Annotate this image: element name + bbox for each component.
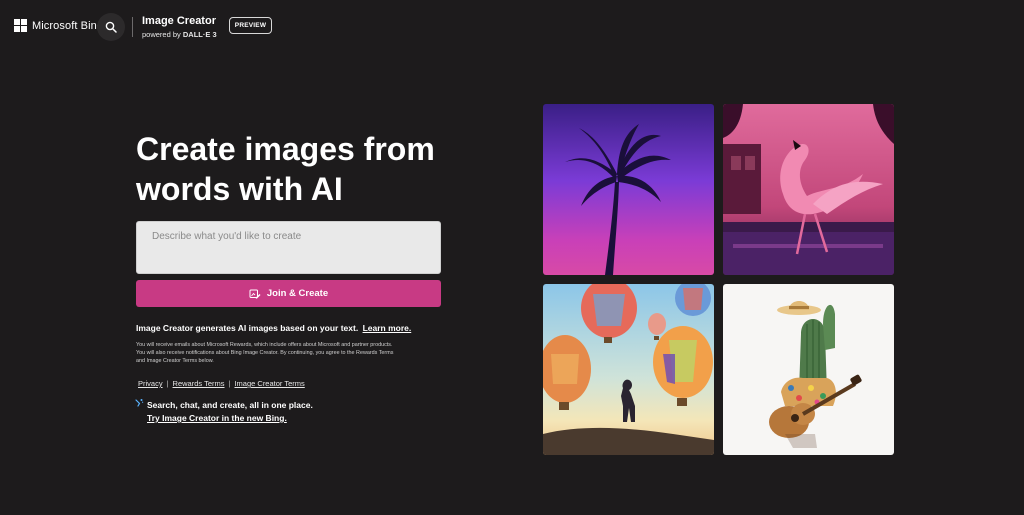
try-new-bing-link[interactable]: Try Image Creator in the new Bing. [147, 413, 287, 423]
search-button[interactable] [97, 13, 125, 41]
promo-text: Search, chat, and create, all in one pla… [147, 400, 313, 410]
join-and-create-button[interactable]: Join & Create [136, 280, 441, 307]
search-icon [105, 21, 117, 33]
brand-name: Microsoft Bing [32, 19, 104, 32]
info-text: Image Creator generates AI images based … [136, 323, 411, 333]
palm-tree-image [543, 104, 714, 275]
example-image-flamingo[interactable] [723, 104, 894, 275]
flamingo-image [723, 104, 894, 275]
info-description: Image Creator generates AI images based … [136, 323, 359, 333]
top-bar: Microsoft Bing Image Creator powered by … [0, 0, 1024, 54]
hot-air-balloons-image [543, 284, 714, 455]
rewards-terms-link[interactable]: Rewards Terms [173, 379, 225, 388]
join-and-create-label: Join & Create [266, 288, 329, 299]
microsoft-logo-icon [14, 19, 27, 32]
microsoft-bing-logo[interactable]: Microsoft Bing [14, 19, 103, 32]
privacy-link[interactable]: Privacy [138, 379, 163, 388]
rewards-disclaimer: You will receive emails about Microsoft … [136, 342, 394, 364]
legal-links: Privacy | Rewards Terms | Image Creator Term… [138, 379, 305, 388]
bing-chat-sparkle-icon [135, 399, 144, 407]
prompt-input-container [136, 221, 441, 274]
header-divider [132, 17, 133, 37]
learn-more-link[interactable]: Learn more. [363, 323, 412, 333]
product-subtitle: powered by DALL·E 3 [142, 30, 217, 39]
link-separator: | [166, 379, 169, 388]
product-title: Image Creator [142, 15, 216, 27]
product-name[interactable]: Image Creator powered by DALL·E 3 [142, 15, 217, 39]
image-edit-icon [249, 289, 261, 299]
cactus-guitar-image [723, 284, 894, 455]
link-separator: | [228, 379, 231, 388]
preview-badge: PREVIEW [229, 17, 272, 34]
example-image-balloons[interactable] [543, 284, 714, 455]
example-image-palm-tree[interactable] [543, 104, 714, 275]
page-headline: Create images from words with AI [136, 131, 435, 207]
example-image-cactus[interactable] [723, 284, 894, 455]
image-creator-terms-link[interactable]: Image Creator Terms [234, 379, 304, 388]
prompt-input[interactable] [137, 222, 440, 273]
